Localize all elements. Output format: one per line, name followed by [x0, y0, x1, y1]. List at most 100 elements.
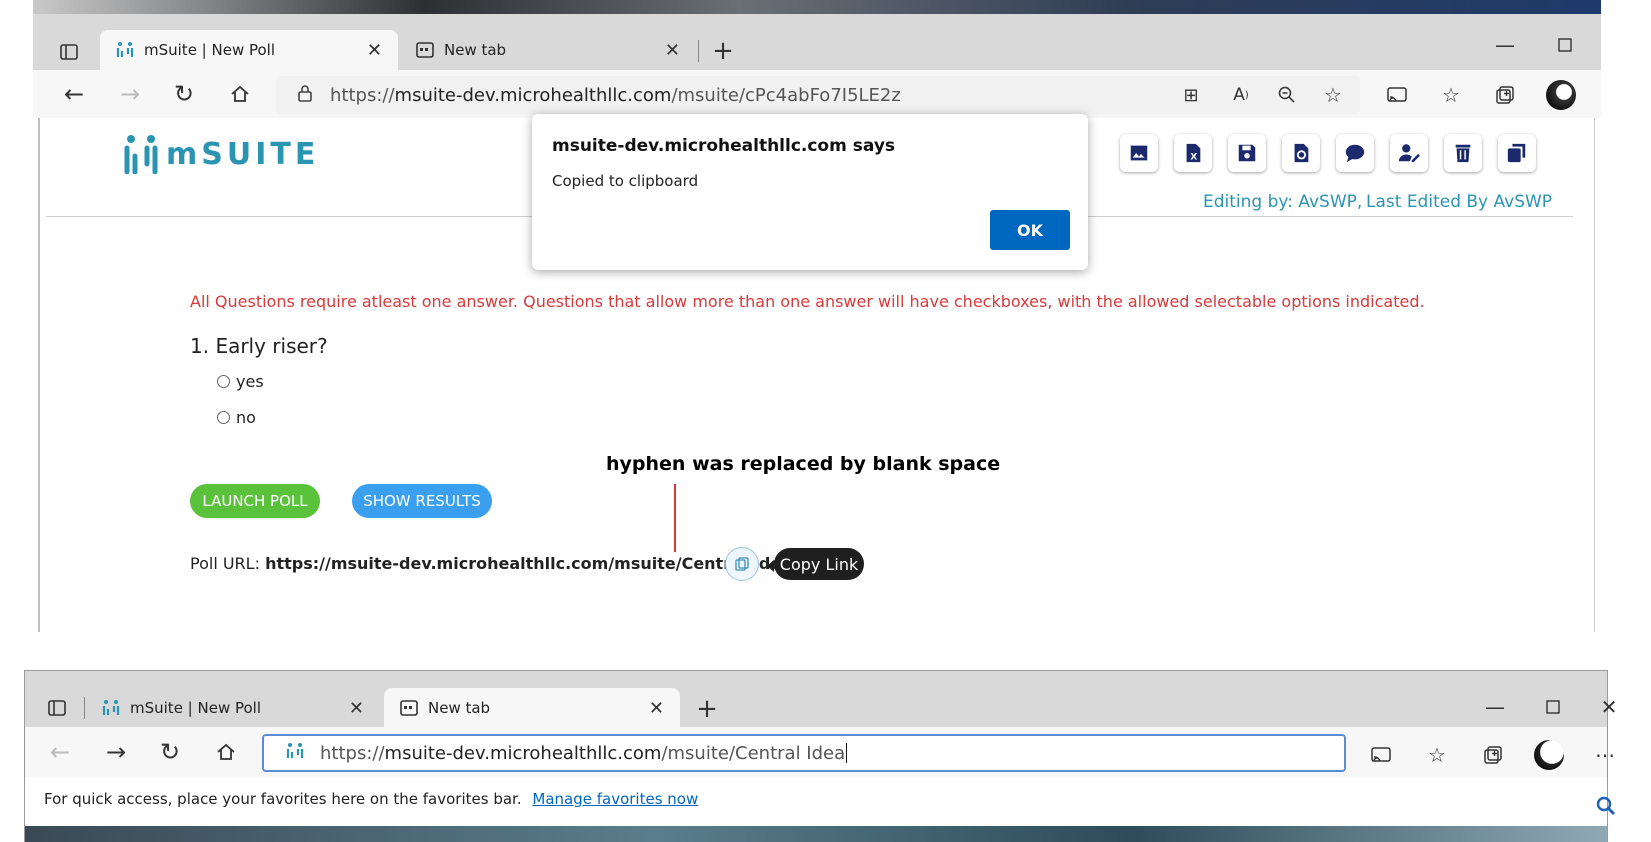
msuite-favicon-icon [286, 742, 304, 765]
new-tab-plus-icon[interactable]: + [692, 694, 722, 724]
tab-new-tab[interactable]: New tab ✕ [384, 688, 680, 728]
export-excel-button[interactable]: X [1174, 134, 1212, 172]
favorites-bar-text: For quick access, place your favorites h… [44, 790, 522, 808]
reset-icon [1294, 143, 1309, 163]
annotation-text: hyphen was replaced by blank space [606, 453, 1001, 475]
annotation-arrow-line [674, 484, 676, 552]
more-options-icon[interactable]: ⋯ [1590, 740, 1620, 770]
favorites-icon[interactable]: ☆ [1436, 80, 1466, 110]
dialog-message: Copied to clipboard [552, 172, 699, 190]
option-yes[interactable]: yes [217, 372, 264, 391]
msuite-logo-icon [124, 135, 158, 174]
save-button[interactable] [1228, 134, 1266, 172]
show-results-button[interactable]: SHOW RESULTS [352, 484, 492, 518]
lock-icon [298, 84, 312, 107]
poll-url-value: https://msuite-dev.microhealthllc.com/ms… [265, 554, 792, 573]
minimize-icon[interactable]: — [1490, 30, 1520, 60]
copy-link-tooltip: Copy Link [774, 548, 864, 580]
address-bar[interactable]: https://msuite-dev.microhealthllc.com/ms… [262, 734, 1346, 772]
new-tab-plus-icon[interactable]: + [708, 36, 738, 66]
profile-avatar[interactable] [1534, 740, 1564, 770]
tab-label: New tab [428, 699, 491, 717]
tab-msuite-new-poll[interactable]: mSuite | New Poll ✕ [86, 688, 380, 728]
msuite-favicon-icon [102, 699, 120, 717]
reset-button[interactable] [1282, 134, 1320, 172]
back-icon[interactable]: ← [44, 736, 76, 768]
desktop-strip [25, 826, 1607, 842]
answer-requirement-warning: All Questions require atleast one answer… [190, 292, 1425, 311]
tab-new-tab[interactable]: New tab ✕ [400, 30, 696, 70]
copy-icon [1507, 143, 1526, 163]
forward-icon[interactable]: → [100, 736, 132, 768]
duplicate-button[interactable] [1498, 134, 1536, 172]
last-edited-text: Last Edited By AvSWP [1366, 192, 1553, 212]
search-icon[interactable] [1592, 792, 1620, 820]
logo-text: mSUITE [166, 136, 320, 172]
home-icon[interactable] [224, 78, 256, 110]
image-button[interactable] [1120, 134, 1158, 172]
favorites-icon[interactable]: ☆ [1422, 740, 1452, 770]
back-icon[interactable]: ← [58, 78, 90, 110]
maximize-icon[interactable] [1550, 30, 1580, 60]
tab-actions-icon[interactable] [54, 38, 84, 66]
collections-icon[interactable] [1478, 740, 1508, 770]
save-icon [1238, 144, 1256, 162]
msuite-logo[interactable]: mSUITE [124, 132, 319, 176]
refresh-icon[interactable]: ↻ [168, 78, 200, 110]
tab-separator [698, 40, 699, 62]
launch-poll-button[interactable]: LAUNCH POLL [190, 484, 320, 518]
tab-label: New tab [444, 41, 507, 59]
close-tab-icon[interactable]: ✕ [649, 698, 664, 719]
alert-dialog: msuite-dev.microhealthllc.com says Copie… [532, 114, 1088, 270]
radio-button[interactable] [217, 411, 230, 424]
msuite-favicon-icon [116, 41, 134, 59]
app-available-icon[interactable]: ⊞ [1176, 80, 1206, 110]
option-label: yes [236, 372, 264, 391]
url-scheme: https:// [320, 742, 385, 764]
tooltip-pointer [767, 560, 774, 572]
option-label: no [236, 408, 256, 427]
close-tab-icon[interactable]: ✕ [349, 698, 364, 719]
manage-favorites-link[interactable]: Manage favorites now [532, 790, 698, 808]
ok-button[interactable]: OK [990, 210, 1070, 250]
add-favorite-icon[interactable]: ☆ [1318, 80, 1348, 110]
edit-user-button[interactable] [1390, 134, 1428, 172]
copy-link-button[interactable] [725, 547, 759, 581]
tab-msuite-new-poll[interactable]: mSuite | New Poll ✕ [100, 30, 398, 70]
comment-button[interactable] [1336, 134, 1374, 172]
home-icon[interactable] [210, 736, 242, 768]
poll-url: Poll URL: https://msuite-dev.microhealth… [190, 554, 792, 573]
favorites-bar: For quick access, place your favorites h… [44, 790, 698, 808]
close-window-icon[interactable]: ✕ [1594, 692, 1624, 722]
zoom-out-icon[interactable] [1272, 80, 1302, 110]
svg-text:X: X [1190, 151, 1197, 162]
maximize-icon[interactable] [1538, 692, 1568, 722]
cast-icon[interactable] [1382, 80, 1412, 110]
option-no[interactable]: no [217, 408, 256, 427]
forward-icon[interactable]: → [114, 78, 146, 110]
profile-avatar[interactable] [1546, 80, 1576, 110]
url-path: /msuite/cPc4abFo7I5LE2z [671, 84, 901, 106]
close-tab-icon[interactable]: ✕ [367, 40, 382, 61]
poll-url-label: Poll URL: [190, 554, 260, 573]
excel-icon: X [1186, 143, 1201, 162]
text-cursor [846, 743, 848, 763]
close-tab-icon[interactable]: ✕ [665, 40, 680, 61]
delete-button[interactable] [1444, 134, 1482, 172]
read-aloud-icon[interactable]: A) [1226, 80, 1256, 110]
minimize-icon[interactable]: — [1480, 692, 1510, 722]
refresh-icon[interactable]: ↻ [154, 736, 186, 768]
tab-actions-icon[interactable] [42, 694, 72, 722]
new-tab-page-icon [400, 699, 418, 717]
comment-icon [1345, 144, 1365, 163]
tab-label: mSuite | New Poll [130, 699, 262, 717]
new-tab-page-icon [416, 41, 434, 59]
url-host: msuite-dev.microhealthllc.com [394, 84, 672, 106]
edit-user-icon [1398, 144, 1420, 163]
radio-button[interactable] [217, 375, 230, 388]
image-icon [1130, 145, 1148, 161]
question-title: 1. Early riser? [190, 334, 328, 358]
cast-icon[interactable] [1366, 740, 1396, 770]
tab-separator [84, 697, 85, 719]
collections-icon[interactable] [1490, 80, 1520, 110]
